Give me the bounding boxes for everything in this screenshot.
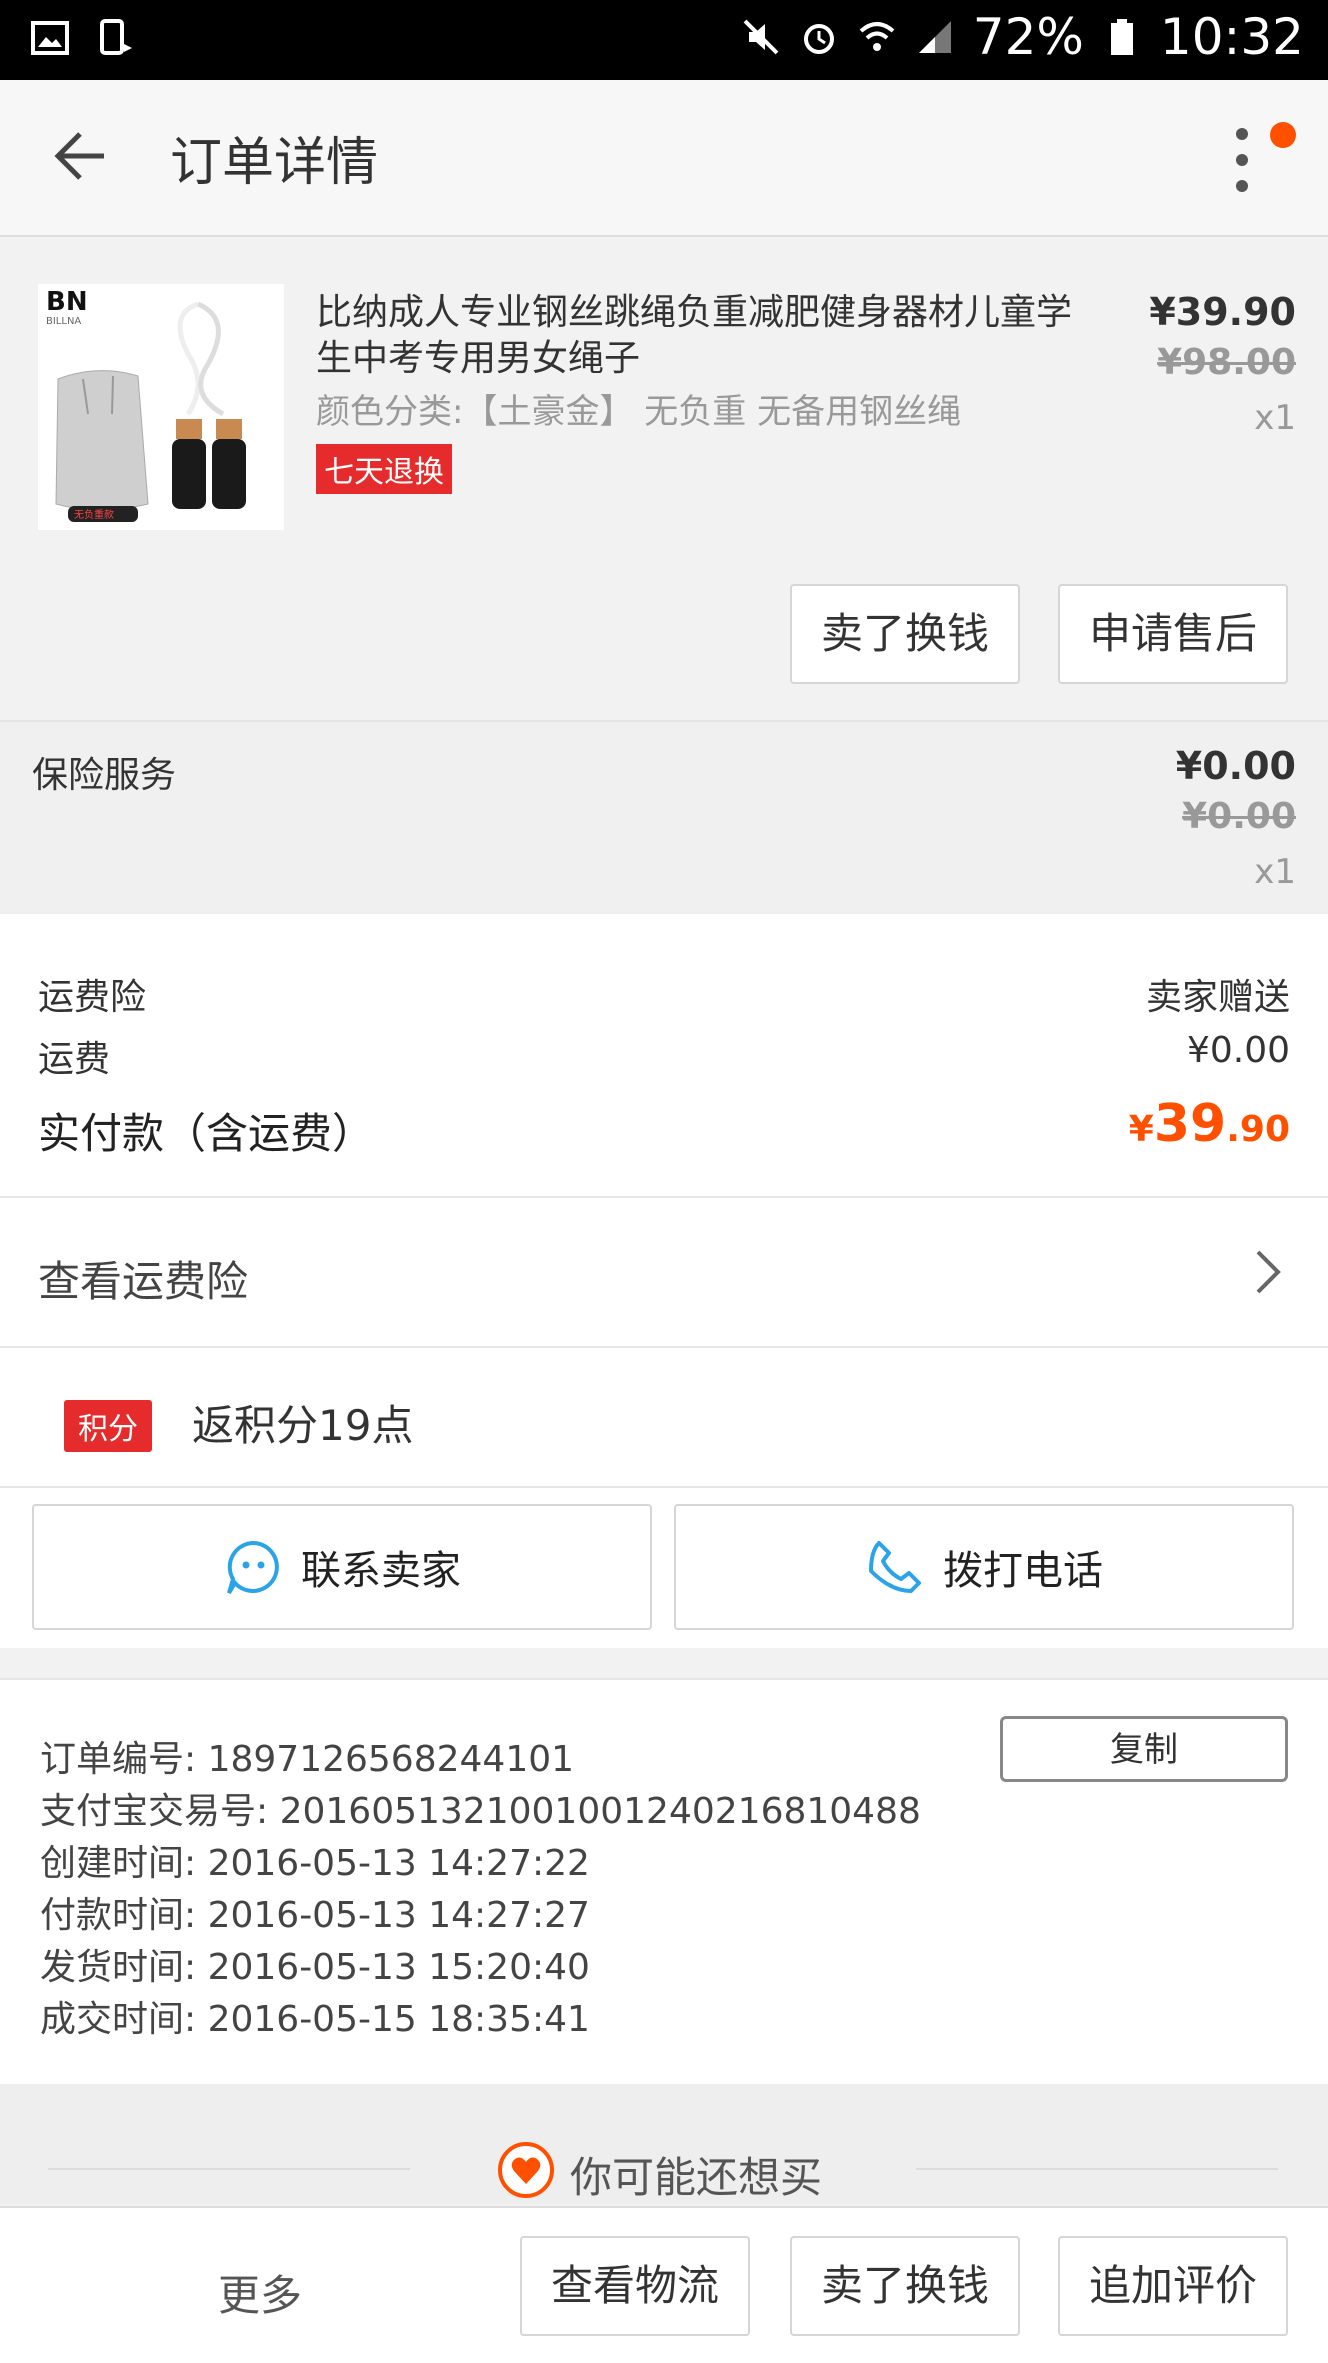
after-sale-button[interactable]: 申请售后 (1058, 584, 1288, 684)
shipping-value: ¥0.00 (1186, 1030, 1290, 1071)
order-number: 订单编号: 1897126568244101 (40, 1739, 575, 1780)
freight-insurance-label: 运费险 (38, 977, 147, 1018)
order-info-section: 订单编号: 1897126568244101 复制 支付宝交易号: 201605… (0, 1678, 1328, 2086)
recommend-title: 你可能还想买 (570, 2153, 823, 2202)
insurance-price: ¥0.00 (1175, 744, 1296, 788)
recommend-section: 你可能还想买 (0, 2084, 1328, 2204)
paid-time: 付款时间: 2016-05-13 14:27:27 (40, 1895, 590, 1936)
clock: 10:32 (1159, 8, 1304, 66)
created-time: 创建时间: 2016-05-13 14:27:22 (40, 1843, 590, 1884)
signal-icon (918, 21, 951, 53)
copy-button[interactable]: 复制 (1000, 1716, 1288, 1782)
device-rotate-icon (100, 19, 132, 55)
total-currency: ¥ (1128, 1109, 1154, 1150)
battery-percent: 72% (972, 8, 1084, 66)
points-badge: 积分 (64, 1400, 152, 1452)
product-quantity: x1 (1254, 398, 1296, 438)
completed-time: 成交时间: 2016-05-15 18:35:41 (40, 1999, 590, 2040)
product-title[interactable]: 比纳成人专业钢丝跳绳负重减肥健身器材儿童学生中考专用男女绳子 (316, 290, 1076, 382)
gallery-icon (31, 21, 69, 55)
svg-text:BILLNA: BILLNA (46, 316, 81, 327)
fees-section: 运费险 卖家赠送 运费 ¥0.00 实付款（含运费） ¥39.90 (0, 914, 1328, 1198)
shipping-label: 运费 (38, 1039, 111, 1080)
contact-row: 联系卖家 拨打电话 (0, 1488, 1328, 1648)
chevron-right-icon (1256, 1250, 1281, 1294)
more-menu-icon[interactable] (1224, 120, 1264, 200)
points-text: 返积分19点 (192, 1401, 414, 1450)
app-bar: 订单详情 (0, 80, 1328, 237)
mute-icon (743, 19, 779, 55)
view-logistics-button[interactable]: 查看物流 (520, 2236, 750, 2336)
contact-seller-button[interactable]: 联系卖家 (32, 1504, 652, 1630)
view-freight-insurance-row[interactable]: 查看运费险 (0, 1198, 1328, 1348)
battery-icon (1110, 19, 1133, 55)
product-card[interactable]: BN BILLNA 无负重款 比纳成人专业钢丝跳绳负重减肥健身器材儿童学生中考专… (0, 268, 1328, 711)
freight-insurance-value: 卖家赠送 (1145, 977, 1290, 1018)
total-label: 实付款（含运费） (38, 1109, 375, 1158)
total-integer: 39 (1153, 1094, 1227, 1154)
product-sku: 颜色分类:【土豪金】 无负重 无备用钢丝绳 (316, 392, 962, 432)
insurance-original-price: ¥0.00 (1182, 796, 1296, 837)
chat-face-icon (227, 1540, 279, 1595)
shipped-time: 发货时间: 2016-05-13 15:20:40 (40, 1947, 590, 1988)
wifi-icon (859, 22, 895, 51)
svg-text:无负重款: 无负重款 (74, 508, 114, 521)
phone-icon (869, 1541, 921, 1593)
sell-button-bottom[interactable]: 卖了换钱 (790, 2236, 1020, 2336)
heart-icon (498, 2142, 554, 2198)
points-row: 积分 返积分19点 (0, 1348, 1328, 1488)
back-arrow-icon[interactable] (46, 124, 110, 188)
alarm-icon (803, 24, 834, 54)
insurance-quantity: x1 (1254, 852, 1296, 892)
view-freight-insurance-label: 查看运费险 (38, 1257, 249, 1306)
contact-seller-label: 联系卖家 (301, 1548, 461, 1594)
bottom-action-bar: 更多 查看物流 卖了换钱 追加评价 (0, 2206, 1328, 2363)
call-phone-label: 拨打电话 (943, 1548, 1103, 1594)
call-phone-button[interactable]: 拨打电话 (674, 1504, 1294, 1630)
sell-button[interactable]: 卖了换钱 (790, 584, 1020, 684)
total-decimal: .90 (1226, 1109, 1290, 1150)
insurance-row: 保险服务 ¥0.00 ¥0.00 x1 (0, 720, 1328, 916)
return-policy-badge: 七天退换 (316, 444, 452, 494)
product-image[interactable]: BN BILLNA 无负重款 (38, 284, 284, 530)
notification-dot (1270, 122, 1296, 148)
jump-rope-image-icon: BN BILLNA 无负重款 (46, 287, 246, 522)
divider (48, 2168, 410, 2170)
svg-text:BN: BN (46, 287, 88, 317)
divider (916, 2168, 1278, 2170)
alipay-trade-number: 支付宝交易号: 2016051321001001240216810488 (40, 1791, 921, 1832)
page-title: 订单详情 (170, 133, 379, 193)
more-button[interactable]: 更多 (218, 2262, 302, 2323)
product-price: ¥39.90 (1149, 290, 1296, 334)
status-bar: 72% 10:32 (0, 0, 1328, 80)
product-original-price: ¥98.00 (1157, 342, 1296, 383)
add-review-button[interactable]: 追加评价 (1058, 2236, 1288, 2336)
total-amount: ¥39.90 (1129, 1094, 1290, 1154)
insurance-label: 保险服务 (32, 755, 177, 796)
